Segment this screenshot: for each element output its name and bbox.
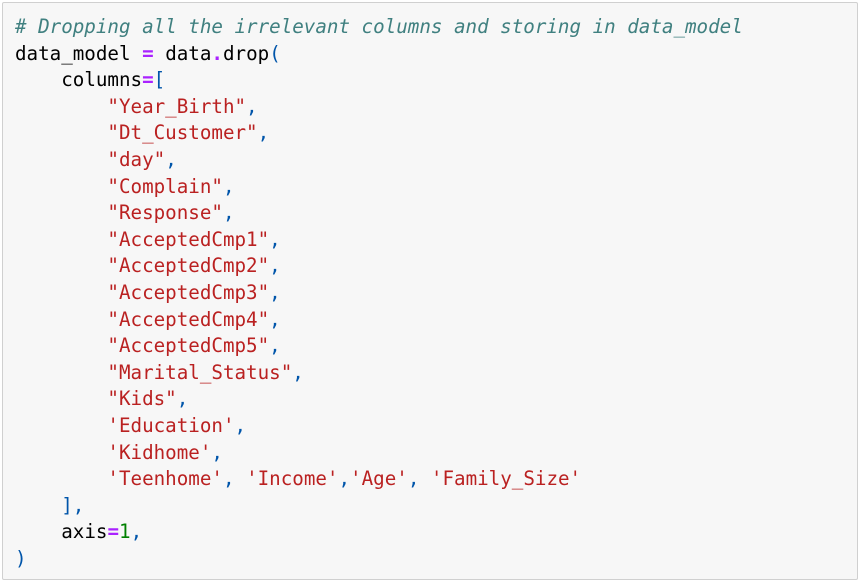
string-literal: 'Kidhome' — [107, 440, 212, 464]
code-line-column-item: 'Kidhome', — [15, 440, 743, 467]
code-line-columns: columns=[ — [15, 67, 743, 94]
columns-eq: = — [142, 68, 154, 92]
code-block[interactable]: # Dropping all the irrelevant columns an… — [15, 14, 743, 572]
columns-keyword: columns — [61, 68, 143, 92]
string-literal: "Complain" — [107, 174, 223, 198]
string-literal: "AcceptedCmp1" — [107, 227, 270, 251]
string-literal: 'Education' — [107, 413, 235, 437]
string-literal: "Year_Birth" — [107, 94, 247, 118]
string-literal: "Dt_Customer" — [107, 121, 258, 145]
code-line-assign: data_model = data.drop( — [15, 41, 743, 68]
string-literal: "Response" — [107, 201, 223, 225]
separator: , — [292, 360, 304, 384]
string-literal: "AcceptedCmp3" — [107, 280, 270, 304]
separator: , — [269, 227, 281, 251]
code-line-column-item: "Marital_Status", — [15, 360, 743, 387]
string-literal: "AcceptedCmp4" — [107, 307, 270, 331]
separator: , — [165, 147, 177, 171]
string-literal: "AcceptedCmp5" — [107, 334, 270, 358]
close-bracket: ], — [61, 493, 85, 517]
separator: , — [269, 334, 281, 358]
separator: , — [269, 280, 281, 304]
string-literal: "AcceptedCmp2" — [107, 254, 270, 278]
comment-text: # Dropping all the irrelevant columns an… — [15, 15, 743, 38]
separator: , — [222, 467, 247, 491]
axis-keyword: axis — [61, 520, 108, 544]
assign-operator: = — [142, 41, 154, 65]
axis-sep: , — [130, 520, 143, 544]
code-line-column-item: "AcceptedCmp2", — [15, 253, 743, 280]
open-paren: ( — [269, 41, 281, 65]
code-line-column-item: 'Education', — [15, 413, 743, 440]
close-paren: ) — [15, 546, 27, 570]
string-literal: 'Family_Size' — [430, 467, 582, 491]
column-list: "Year_Birth", "Dt_Customer", "day", "Com… — [15, 94, 743, 466]
separator: , — [407, 467, 431, 491]
code-line-column-item: "AcceptedCmp3", — [15, 280, 743, 307]
code-line-column-item: "Year_Birth", — [15, 94, 743, 121]
code-line-axis: axis=1, — [15, 519, 743, 546]
code-line-close-paren: ) — [15, 546, 743, 573]
code-line-comment: # Dropping all the irrelevant columns an… — [15, 14, 743, 41]
string-literal: 'Income' — [246, 467, 339, 491]
assign-expr: data — [153, 41, 212, 65]
string-literal: "day" — [107, 147, 166, 171]
separator: , — [234, 413, 247, 437]
code-line-column-item: "AcceptedCmp5", — [15, 333, 743, 360]
code-line-column-item: "AcceptedCmp1", — [15, 227, 743, 254]
separator: , — [269, 307, 281, 331]
separator: , — [176, 387, 189, 411]
code-line-last-items: 'Teenhome', 'Income','Age', 'Family_Size… — [15, 466, 743, 493]
string-literal: "Kids" — [107, 387, 177, 411]
separator: , — [211, 440, 223, 464]
axis-eq: = — [107, 520, 119, 544]
dot-operator: . — [211, 41, 223, 65]
method-name: drop — [222, 41, 270, 65]
code-line-column-item: "Dt_Customer", — [15, 120, 743, 147]
axis-number: 1 — [119, 520, 131, 544]
separator: , — [222, 174, 235, 198]
open-bracket: [ — [153, 68, 166, 92]
assign-target: data_model — [15, 41, 143, 65]
code-line-close-bracket: ], — [15, 493, 743, 520]
code-line-column-item: "day", — [15, 147, 743, 174]
separator: , — [257, 121, 270, 145]
separator: , — [246, 94, 258, 118]
code-line-column-item: "Complain", — [15, 174, 743, 201]
separator: , — [338, 467, 351, 491]
code-line-column-item: "Kids", — [15, 386, 743, 413]
code-cell[interactable]: # Dropping all the irrelevant columns an… — [2, 2, 858, 580]
separator: , — [269, 254, 281, 278]
code-line-column-item: "Response", — [15, 200, 743, 227]
separator: , — [222, 201, 235, 225]
string-literal: 'Teenhome' — [107, 467, 223, 491]
code-line-column-item: "AcceptedCmp4", — [15, 307, 743, 334]
string-literal: 'Age' — [350, 467, 408, 491]
string-literal: "Marital_Status" — [107, 360, 293, 384]
